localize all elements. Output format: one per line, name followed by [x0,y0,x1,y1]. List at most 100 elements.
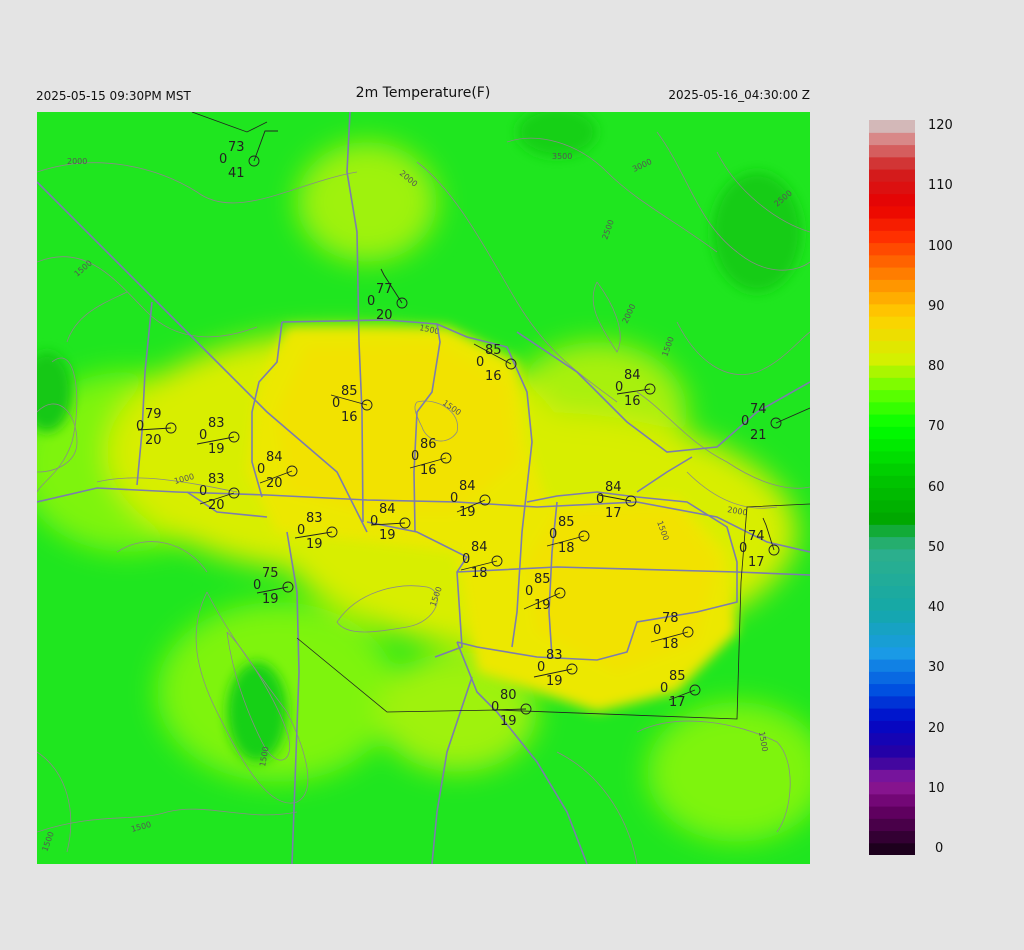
station-pressure-code: 0 [476,355,484,370]
colorbar-band [869,205,915,219]
colorbar-band [869,377,915,391]
station-dewpoint: 41 [228,166,245,181]
colorbar-band [869,218,915,231]
colorbar-tick-label: 20 [928,720,945,736]
station-dewpoint: 19 [306,537,323,552]
colorbar-band [869,524,915,538]
station-temperature: 85 [485,343,502,358]
colorbar-band [869,830,915,844]
station-temperature: 84 [459,479,476,494]
station-temperature: 85 [341,384,358,399]
station-dewpoint: 18 [471,566,488,581]
colorbar-band [869,156,915,170]
colorbar-band [869,597,915,611]
colorbar-band [869,842,915,855]
station-dewpoint: 16 [341,410,358,425]
colorbar-band [869,695,915,709]
colorbar-band [869,548,915,562]
colorbar-band [869,671,915,685]
colorbar-band [869,316,915,329]
colorbar-band [869,818,915,832]
station-pressure-code: 0 [370,514,378,529]
colorbar-band [869,438,915,452]
station-dewpoint: 17 [748,555,765,570]
colorbar-tick-label: 10 [928,780,945,796]
station-temperature: 86 [420,437,437,452]
station-dewpoint: 16 [420,463,437,478]
colorbar-band [869,757,915,770]
colorbar-band [869,622,915,636]
station-temperature: 78 [662,611,679,626]
colorbar-band [869,144,915,158]
station-temperature: 77 [376,282,393,297]
colorbar-labels: 0 10 20 30 40 50 60 70 80 90 100 110 120 [928,0,988,950]
station-temperature: 73 [228,140,245,155]
colorbar-tick-label: 120 [928,118,953,133]
colorbar-band [869,720,915,734]
station-temperature: 84 [379,502,396,517]
station-dewpoint: 20 [208,498,225,513]
station-pressure-code: 0 [199,428,207,443]
station-temperature: 85 [669,669,686,684]
colorbar-tick-label: 70 [928,419,945,435]
station-temperature: 83 [546,648,563,663]
colorbar-band [869,561,915,574]
colorbar-tick-label: 110 [928,178,953,194]
station-pressure-code: 0 [199,484,207,499]
colorbar-band [869,169,915,182]
station-dewpoint: 17 [605,506,622,521]
colorbar-band [869,487,915,501]
station-pressure-code: 0 [491,700,499,715]
station-temperature: 80 [500,688,517,703]
station-dewpoint: 16 [485,369,502,384]
station-pressure-code: 0 [253,578,261,593]
station-dewpoint: 20 [376,308,393,323]
station-pressure-code: 0 [537,660,545,675]
colorbar-band [869,781,915,795]
station-temperature: 85 [534,572,551,587]
station-temperature: 74 [748,529,765,544]
colorbar-band [869,646,915,660]
colorbar-band [869,132,915,146]
colorbar-band [869,499,915,513]
station-pressure-code: 0 [653,623,661,638]
colorbar-band [869,793,915,807]
temperature-map: 2000 2000 3500 3000 2500 1500 1500 2500 … [37,112,810,864]
colorbar-band [869,414,915,427]
colorbar-band [869,242,915,256]
colorbar-band [869,193,915,207]
colorbar-band [869,683,915,697]
station-dewpoint: 17 [669,695,686,710]
station-temperature: 75 [262,566,279,581]
station-dewpoint: 18 [662,637,679,652]
station-pressure-code: 0 [257,462,265,477]
colorbar-band [869,634,915,648]
colorbar-band [869,426,915,440]
station-dewpoint: 16 [624,394,641,409]
station-pressure-code: 0 [615,380,623,395]
station-temperature: 83 [208,472,225,487]
colorbar-tick-label: 90 [928,298,945,314]
station-dewpoint: 18 [558,541,575,556]
station-pressure-code: 0 [739,541,747,556]
station-temperature: 83 [208,416,225,431]
colorbar-band [869,744,915,758]
station-dewpoint: 20 [145,433,162,448]
colorbar-band [869,536,915,550]
station-pressure-code: 0 [367,294,375,309]
colorbar-band [869,475,915,489]
colorbar-band [869,254,915,268]
temperature-field [37,112,810,864]
station-pressure-code: 0 [219,152,227,167]
colorbar-band [869,365,915,378]
colorbar-band [869,708,915,721]
station-temperature: 84 [605,480,622,495]
station-dewpoint: 19 [208,442,225,457]
colorbar-tick-label: 40 [928,600,945,615]
station-temperature: 84 [471,540,488,555]
colorbar-band [869,352,915,366]
station-dewpoint: 19 [546,674,563,689]
colorbar-band [869,450,915,464]
station-temperature: 84 [266,450,283,465]
station-pressure-code: 0 [462,552,470,567]
